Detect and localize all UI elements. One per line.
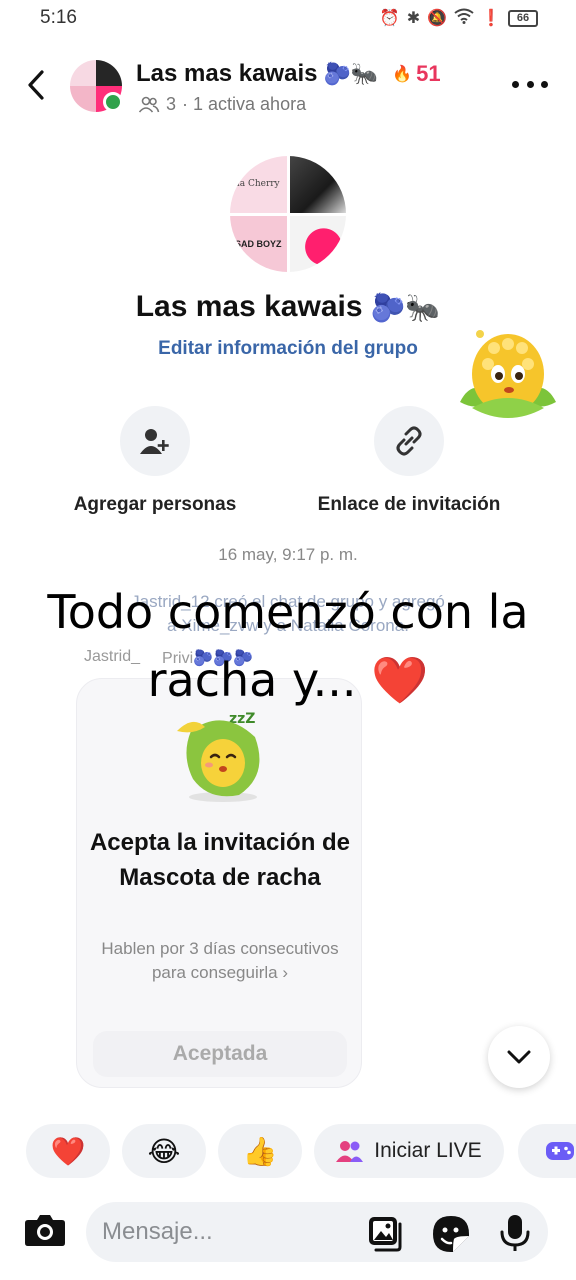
link-icon bbox=[396, 426, 422, 456]
microphone-icon bbox=[500, 1215, 530, 1251]
alarm-icon: ⏰ bbox=[379, 10, 400, 27]
chat-subtitle: 3 · 1 activa ahora bbox=[138, 94, 306, 115]
back-button[interactable] bbox=[22, 68, 50, 102]
streak-count: 51 bbox=[416, 61, 441, 86]
quick-laugh-button[interactable]: 😂 bbox=[122, 1124, 206, 1178]
streak-badge: 🔥 51 bbox=[392, 61, 440, 87]
gallery-button[interactable] bbox=[368, 1216, 404, 1252]
microphone-button[interactable] bbox=[498, 1214, 532, 1252]
status-bar: 5:16 ⏰ ✱ 🔕 ❗ 66 bbox=[0, 0, 576, 36]
message-timestamp: 16 may, 9:17 p. m. bbox=[218, 545, 358, 564]
alert-icon: ❗ bbox=[481, 10, 501, 27]
camera-icon bbox=[25, 1215, 65, 1246]
dot-icon bbox=[512, 80, 519, 88]
camera-button[interactable] bbox=[24, 1212, 66, 1254]
status-icons: ⏰ ✱ 🔕 ❗ 66 bbox=[380, 8, 538, 29]
sticker-button[interactable] bbox=[432, 1215, 470, 1253]
accepted-button: Aceptada bbox=[93, 1031, 347, 1077]
status-time: 5:16 bbox=[40, 7, 77, 28]
gallery-icon bbox=[369, 1217, 402, 1252]
games-button[interactable] bbox=[518, 1124, 576, 1178]
active-status: · 1 activa ahora bbox=[182, 94, 307, 114]
start-live-button[interactable]: Iniciar LIVE bbox=[314, 1124, 504, 1178]
chat-title-emoji: 🫐🐜 bbox=[323, 61, 379, 86]
invite-link-action[interactable]: Enlace de invitación bbox=[309, 406, 509, 516]
more-options-button[interactable] bbox=[512, 74, 548, 94]
chat-header: Las mas kawais 🫐🐜 🔥 51 3 · 1 activa ahor… bbox=[0, 50, 576, 120]
sticker-icon bbox=[433, 1216, 469, 1252]
add-people-button[interactable] bbox=[120, 406, 190, 476]
sleeping-mascot-sticker: zzZ bbox=[177, 711, 260, 802]
chevron-right-icon: › bbox=[282, 963, 289, 982]
caption-line-2-text: racha y... bbox=[147, 653, 357, 707]
add-people-label: Agregar personas bbox=[73, 494, 237, 515]
caption-line-1: Todo comenzó con la bbox=[47, 585, 529, 639]
message-composer bbox=[0, 1196, 576, 1272]
chat-title: Las mas kawais bbox=[136, 60, 318, 87]
fire-icon: 🔥 bbox=[392, 66, 413, 83]
live-people-icon bbox=[336, 1141, 364, 1162]
header-title-row[interactable]: Las mas kawais 🫐🐜 🔥 51 bbox=[136, 60, 441, 88]
streak-invite-card: zzZ Acepta la invitación de Mascota de r… bbox=[76, 678, 362, 1088]
chevron-down-icon bbox=[507, 1050, 531, 1064]
online-indicator bbox=[103, 92, 123, 112]
avatar-tile bbox=[289, 215, 346, 272]
dot-icon bbox=[526, 80, 534, 88]
group-name: Las mas kawais bbox=[135, 290, 363, 323]
invite-link-button[interactable] bbox=[374, 406, 444, 476]
start-live-label: Iniciar LIVE bbox=[374, 1139, 482, 1162]
caption-line-2: racha y... ❤️ bbox=[0, 646, 576, 714]
message-input[interactable] bbox=[102, 1202, 362, 1262]
avatar-tile: la Cherry bbox=[230, 156, 287, 213]
battery-icon: 66 bbox=[508, 9, 538, 27]
add-person-icon bbox=[140, 429, 169, 454]
streak-card-description-text: Hablen por 3 días consecutivos para cons… bbox=[101, 939, 339, 982]
quick-thumbs-up-button[interactable]: 👍 bbox=[218, 1124, 302, 1178]
streak-card-description[interactable]: Hablen por 3 días consecutivos para cons… bbox=[97, 937, 343, 985]
add-people-action[interactable]: Agregar personas bbox=[55, 406, 255, 516]
mute-icon: 🔕 bbox=[427, 10, 448, 27]
avatar-tile bbox=[289, 156, 346, 213]
wifi-icon bbox=[454, 8, 474, 29]
members-icon bbox=[138, 96, 160, 113]
gamepad-icon bbox=[546, 1142, 574, 1160]
group-avatar-large[interactable]: la Cherry SAD BOYZ bbox=[230, 156, 346, 272]
dot-icon bbox=[541, 80, 548, 88]
group-name-emoji: 🫐🐜 bbox=[370, 291, 441, 323]
chevron-left-icon bbox=[28, 70, 44, 100]
quick-heart-button[interactable]: ❤️ bbox=[26, 1124, 110, 1178]
member-count: 3 bbox=[166, 94, 177, 114]
bluetooth-icon: ✱ bbox=[406, 10, 421, 27]
streak-card-title: Acepta la invitación de Mascota de racha bbox=[89, 829, 351, 891]
scroll-to-bottom-button[interactable] bbox=[488, 1026, 550, 1088]
quick-reply-bar: ❤️ 😂 👍 Iniciar LIVE bbox=[0, 1124, 576, 1180]
invite-link-label: Enlace de invitación bbox=[317, 494, 501, 515]
avatar-tile: SAD BOYZ bbox=[230, 215, 287, 272]
message-input-container bbox=[86, 1202, 548, 1262]
overlay-caption: Todo comenzó con la racha y... ❤️ bbox=[0, 578, 576, 714]
heart-emoji: ❤️ bbox=[371, 653, 429, 707]
